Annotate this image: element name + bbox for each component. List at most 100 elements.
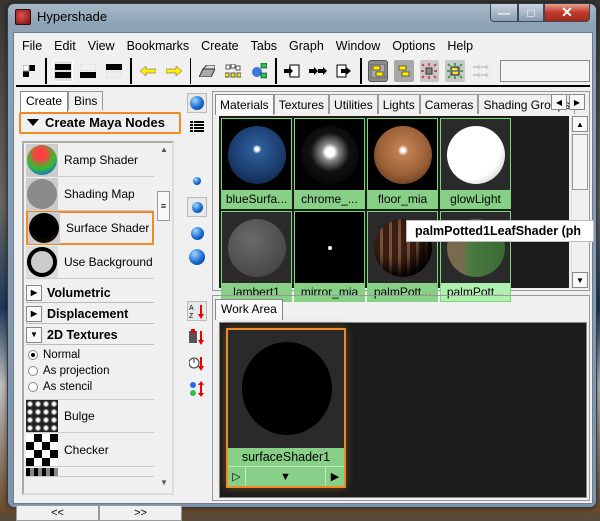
material-swatch[interactable]: lambert1 xyxy=(221,211,292,302)
swatch-label: floor_mia xyxy=(368,190,437,208)
radio-as-stencil[interactable]: As stencil xyxy=(28,381,92,393)
graph-materials-on-selected-icon[interactable] xyxy=(249,60,269,82)
show-bottom-tabs-only-icon[interactable] xyxy=(79,60,99,82)
list-item-surface-shader[interactable]: Surface Shader xyxy=(26,211,154,245)
tab-cameras[interactable]: Cameras xyxy=(420,94,479,114)
toolbar xyxy=(16,57,590,87)
window-title: Hypershade xyxy=(37,9,107,24)
input-connections-icon[interactable] xyxy=(283,60,303,82)
scroll-down-arrow-icon[interactable]: ▼ xyxy=(572,272,588,288)
create-panel: Create Bins Create Maya Nodes Ramp Shade… xyxy=(16,91,182,501)
frame-all-icon[interactable] xyxy=(420,60,440,82)
show-top-tabs-only-icon[interactable] xyxy=(104,60,124,82)
menu-window[interactable]: Window xyxy=(328,37,384,55)
section-displacement[interactable]: ▶Displacement xyxy=(26,304,154,324)
toolbar-search-field[interactable] xyxy=(500,60,590,82)
menu-view[interactable]: View xyxy=(80,37,119,55)
material-swatch[interactable]: floor_mia xyxy=(367,118,438,209)
material-swatch[interactable]: glowLight xyxy=(440,118,511,209)
radio-normal-label: Normal xyxy=(43,349,80,361)
tab-bins[interactable]: Bins xyxy=(68,91,103,110)
show-top-and-bottom-tabs-icon[interactable] xyxy=(53,60,73,82)
radio-normal[interactable]: Normal xyxy=(28,349,80,361)
output-connections-icon[interactable] xyxy=(334,60,354,82)
list-item-use-background[interactable]: Use Background xyxy=(26,245,154,279)
show-next-graph-icon[interactable] xyxy=(164,60,184,82)
shading-map-label: Shading Map xyxy=(64,187,135,201)
tab-work-area[interactable]: Work Area xyxy=(215,299,283,320)
rearrange-graph-icon[interactable] xyxy=(223,60,243,82)
menu-tabs[interactable]: Tabs xyxy=(243,37,281,55)
show-bottom-tab-icon[interactable] xyxy=(394,60,414,82)
swatch-label: glowLight xyxy=(441,190,510,208)
reverse-sort-order-icon[interactable] xyxy=(187,379,207,399)
sort-by-type-icon[interactable] xyxy=(187,327,207,347)
scroll-up-arrow-icon[interactable]: ▲ xyxy=(572,116,588,132)
svg-text:Z: Z xyxy=(189,313,194,319)
material-swatch[interactable]: mirror_mia xyxy=(294,211,365,302)
input-port-icon[interactable]: ▷ xyxy=(228,467,246,486)
menu-create[interactable]: Create xyxy=(193,37,243,55)
as-list-view-icon[interactable] xyxy=(187,117,207,137)
menu-help[interactable]: Help xyxy=(439,37,477,55)
scroll-thumb[interactable] xyxy=(572,134,588,190)
scroll-thumb[interactable]: ≡ xyxy=(157,191,170,221)
materials-scrollbar[interactable]: ▲ ▼ xyxy=(571,116,587,288)
mirror-sphere-icon xyxy=(295,212,364,283)
small-icons-icon[interactable] xyxy=(187,171,207,191)
toggle-create-bar-icon[interactable] xyxy=(19,60,39,82)
menu-edit[interactable]: Edit xyxy=(46,37,80,55)
previous-button[interactable]: << xyxy=(16,505,99,521)
work-area-canvas[interactable]: surfaceShader1 ▷ ▼ ▶ xyxy=(219,322,587,498)
frame-selection-icon[interactable] xyxy=(445,60,465,82)
tab-create[interactable]: Create xyxy=(20,91,68,112)
minimize-button[interactable]: — xyxy=(490,4,518,22)
next-button[interactable]: >> xyxy=(99,505,182,521)
section-2d-textures[interactable]: ▼2D Textures xyxy=(26,325,154,345)
surface-shader-node[interactable]: surfaceShader1 ▷ ▼ ▶ xyxy=(226,328,346,488)
checker-label: Checker xyxy=(64,443,109,457)
material-swatch[interactable]: chrome_... xyxy=(294,118,365,209)
node-expand-icon[interactable]: ▼ xyxy=(246,467,326,486)
show-previous-graph-icon[interactable] xyxy=(138,60,158,82)
materials-grid: blueSurfa... chrome_... floor_mia glowLi… xyxy=(219,116,569,288)
menu-graph[interactable]: Graph xyxy=(281,37,328,55)
chrome-sphere-icon xyxy=(295,119,364,190)
input-output-connections-icon[interactable] xyxy=(308,60,328,82)
list-item-shading-map[interactable]: Shading Map xyxy=(26,177,154,211)
radio-button xyxy=(28,382,38,392)
sort-by-time-icon[interactable] xyxy=(187,353,207,373)
material-swatch[interactable]: blueSurfa... xyxy=(221,118,292,209)
menu-options[interactable]: Options xyxy=(384,37,439,55)
menu-file[interactable]: File xyxy=(14,37,46,55)
node-list-scrollbar[interactable]: ▲ ≡ ▼ xyxy=(156,143,172,493)
scroll-up-arrow-icon[interactable]: ▲ xyxy=(160,145,168,154)
tab-scroll-right-icon[interactable]: ▶ xyxy=(569,94,585,110)
tab-lights[interactable]: Lights xyxy=(378,94,420,114)
create-maya-nodes-dropdown[interactable]: Create Maya Nodes xyxy=(19,112,181,134)
menu-bookmarks[interactable]: Bookmarks xyxy=(119,37,194,55)
tab-materials[interactable]: Materials xyxy=(215,94,274,115)
as-icons-view-icon[interactable] xyxy=(187,93,207,113)
list-item-checker[interactable]: Checker xyxy=(26,433,154,467)
radio-as-projection[interactable]: As projection xyxy=(28,365,109,377)
tab-scroll-left-icon[interactable]: ◀ xyxy=(551,94,567,110)
large-icons-icon[interactable] xyxy=(187,223,207,243)
node-port-bar: ▷ ▼ ▶ xyxy=(228,466,344,486)
list-item-bulge[interactable]: Bulge xyxy=(26,399,154,433)
maximize-button[interactable]: □ xyxy=(518,4,544,22)
close-button[interactable]: ✕ xyxy=(544,4,590,22)
list-item-ramp-shader[interactable]: Ramp Shader xyxy=(26,143,154,177)
show-top-tabs-icon[interactable] xyxy=(368,60,388,82)
section-volumetric-label: Volumetric xyxy=(47,286,111,300)
extra-large-icons-icon[interactable] xyxy=(187,247,207,267)
sort-by-name-icon[interactable]: AZ xyxy=(187,301,207,321)
clear-graph-icon[interactable] xyxy=(197,60,217,82)
tab-utilities[interactable]: Utilities xyxy=(329,94,378,114)
section-volumetric[interactable]: ▶Volumetric xyxy=(26,283,154,303)
title-bar[interactable]: Hypershade — □ ✕ xyxy=(8,4,596,30)
output-port-icon[interactable]: ▶ xyxy=(326,467,344,486)
scroll-down-arrow-icon[interactable]: ▼ xyxy=(160,478,168,487)
medium-icons-icon[interactable] xyxy=(187,197,207,217)
tab-textures[interactable]: Textures xyxy=(274,94,329,114)
